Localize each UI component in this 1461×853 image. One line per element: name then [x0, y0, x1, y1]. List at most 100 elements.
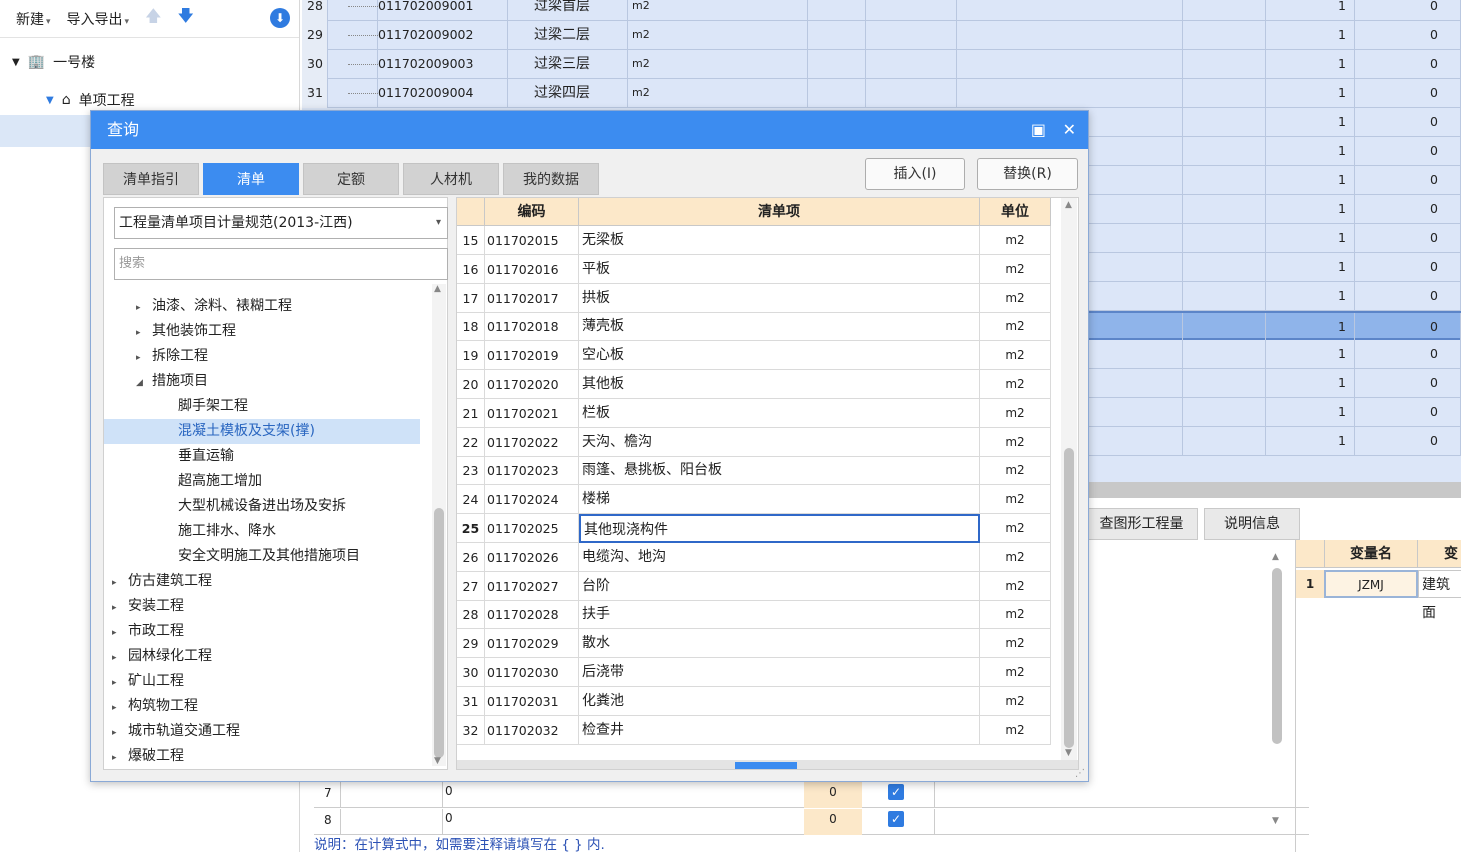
table-row[interactable]: 28 011702028 扶手 m2: [457, 600, 1051, 630]
formula-row[interactable]: 7 0 0 ✓: [314, 782, 1309, 808]
caret-right-icon[interactable]: ▸: [112, 746, 128, 771]
scroll-thumb[interactable]: [434, 508, 444, 758]
row-name[interactable]: 其他现浇构件: [579, 514, 980, 543]
caret-right-icon[interactable]: ▸: [112, 571, 128, 596]
move-up-icon[interactable]: 🡅: [145, 5, 161, 32]
table-row[interactable]: 17 011702017 拱板 m2: [457, 283, 1051, 313]
tab-guide[interactable]: 清单指引: [103, 163, 199, 195]
splitter-handle[interactable]: [735, 762, 797, 769]
caret-right-icon[interactable]: ▸: [136, 296, 152, 321]
tree-unit[interactable]: ▼ ⌂ 单项工程: [46, 90, 135, 110]
var-code-cell[interactable]: JZMJ: [1324, 570, 1418, 598]
bill-grid-row[interactable]: 30 011702009003 过梁三层 m2 1 0: [302, 50, 1461, 79]
row-name[interactable]: 检查井: [579, 715, 980, 745]
scroll-down-icon[interactable]: ▼: [1065, 748, 1072, 758]
tab-quota[interactable]: 定额: [303, 163, 399, 195]
table-row[interactable]: 30 011702030 后浇带 m2: [457, 658, 1051, 687]
table-row[interactable]: 18 011702018 薄壳板 m2: [457, 312, 1051, 342]
table-row[interactable]: 25 011702025 其他现浇构件 m2: [457, 514, 1051, 543]
row-name[interactable]: 化粪池: [579, 686, 980, 716]
tab-bill[interactable]: 清单: [203, 163, 299, 195]
tab-my-data[interactable]: 我的数据: [503, 163, 599, 195]
caret-right-icon[interactable]: ▸: [136, 321, 152, 346]
tree-item[interactable]: 大型机械设备进出场及安拆: [104, 494, 420, 519]
caret-right-icon[interactable]: ▸: [136, 346, 152, 371]
row-name[interactable]: 后浇带: [579, 658, 980, 687]
tree-item[interactable]: 超高施工增加: [104, 469, 420, 494]
table-row[interactable]: 24 011702024 楼梯 m2: [457, 485, 1051, 515]
row-name[interactable]: 其他板: [579, 370, 980, 399]
table-row[interactable]: 29 011702029 散水 m2: [457, 629, 1051, 659]
table-row[interactable]: 32 011702032 检查井 m2: [457, 715, 1051, 745]
row-name[interactable]: 薄壳板: [579, 312, 980, 342]
scroll-up-icon[interactable]: ▲: [1065, 200, 1072, 210]
table-row[interactable]: 20 011702020 其他板 m2: [457, 370, 1051, 399]
caret-right-icon[interactable]: ▸: [112, 646, 128, 671]
caret-down-icon[interactable]: ▼: [12, 57, 20, 68]
move-down-icon[interactable]: 🡇: [178, 5, 194, 32]
spec-select[interactable]: 工程量清单项目计量规范(2013-江西) ▾: [114, 207, 448, 239]
tab-materials[interactable]: 人材机: [403, 163, 499, 195]
tree-item[interactable]: ▸ 矿山工程: [104, 669, 420, 694]
tree-item[interactable]: 施工排水、降水: [104, 519, 420, 544]
insert-button[interactable]: 插入(I): [865, 158, 965, 190]
row-name[interactable]: 平板: [579, 254, 980, 284]
formula-cell[interactable]: 0: [442, 782, 453, 808]
tree-item[interactable]: 混凝土模板及支架(撑): [104, 419, 420, 444]
caret-right-icon[interactable]: ▸: [112, 721, 128, 746]
tree-item[interactable]: ◢ 措施项目: [104, 369, 420, 394]
checkbox-checked-icon[interactable]: ✓: [888, 811, 904, 827]
tree-building[interactable]: ▼ 🏢 一号楼: [12, 52, 95, 72]
replace-button[interactable]: 替换(R): [977, 158, 1078, 190]
scroll-down-icon[interactable]: ▼: [434, 756, 441, 766]
row-name[interactable]: 无梁板: [579, 226, 980, 255]
tree-item[interactable]: ▸ 构筑物工程: [104, 694, 420, 719]
caret-right-icon[interactable]: ▸: [112, 621, 128, 646]
bill-grid-row[interactable]: 29 011702009002 过梁二层 m2 1 0: [302, 21, 1461, 50]
tree-scrollbar[interactable]: ▲ ▼: [432, 284, 446, 766]
maximize-icon[interactable]: ▣: [1031, 111, 1046, 149]
table-row[interactable]: 27 011702027 台阶 m2: [457, 571, 1051, 601]
row-name[interactable]: 空心板: [579, 341, 980, 371]
list-scrollbar[interactable]: ▲ ▼: [1061, 198, 1077, 760]
tree-item[interactable]: ▸ 城市轨道交通工程: [104, 719, 420, 744]
dialog-titlebar[interactable]: 查询 ▣ ✕: [91, 111, 1088, 149]
tree-item[interactable]: ▸ 园林绿化工程: [104, 644, 420, 669]
table-row[interactable]: 31 011702031 化粪池 m2: [457, 686, 1051, 716]
new-menu[interactable]: 新建: [16, 9, 51, 29]
caret-down-icon[interactable]: ▼: [46, 95, 54, 106]
tree-item[interactable]: ▸ 拆除工程: [104, 344, 420, 369]
table-row[interactable]: 23 011702023 雨篷、悬挑板、阳台板 m2: [457, 456, 1051, 486]
row-name[interactable]: 楼梯: [579, 485, 980, 515]
table-row[interactable]: 19 011702019 空心板 m2: [457, 341, 1051, 371]
checkbox-checked-icon[interactable]: ✓: [888, 784, 904, 800]
row-name[interactable]: 栏板: [579, 398, 980, 428]
row-name[interactable]: 扶手: [579, 600, 980, 630]
close-icon[interactable]: ✕: [1063, 111, 1076, 149]
caret-right-icon[interactable]: ▸: [112, 671, 128, 696]
row-name[interactable]: 天沟、檐沟: [579, 427, 980, 457]
tree-item[interactable]: ▸ 仿古建筑工程: [104, 569, 420, 594]
resize-grip-icon[interactable]: ⋰: [1075, 768, 1085, 779]
import-export-menu[interactable]: 导入导出: [67, 9, 130, 29]
download-icon[interactable]: ⬇: [270, 8, 290, 28]
caret-right-icon[interactable]: ▸: [112, 696, 128, 721]
horizontal-splitter[interactable]: [457, 760, 1078, 769]
tree-item[interactable]: ▸ 安装工程: [104, 594, 420, 619]
tree-item[interactable]: 垂直运输: [104, 444, 420, 469]
table-row[interactable]: 15 011702015 无梁板 m2: [457, 226, 1051, 255]
search-input[interactable]: 搜索: [114, 248, 448, 280]
var-row[interactable]: 1 JZMJ 建筑面: [1296, 570, 1461, 621]
tree-item[interactable]: ▸ 其他装饰工程: [104, 319, 420, 344]
row-name[interactable]: 电缆沟、地沟: [579, 542, 980, 572]
chevron-down-icon[interactable]: ▾: [436, 208, 441, 238]
row-name[interactable]: 雨篷、悬挑板、阳台板: [579, 456, 980, 486]
row-name[interactable]: 拱板: [579, 283, 980, 313]
tree-item[interactable]: 脚手架工程: [104, 394, 420, 419]
tree-item[interactable]: ▸ 爆破工程: [104, 744, 420, 769]
tree-item[interactable]: 安全文明施工及其他措施项目: [104, 544, 420, 569]
row-name[interactable]: 台阶: [579, 571, 980, 601]
scroll-thumb[interactable]: [1064, 448, 1074, 748]
tree-item[interactable]: ▸ 油漆、涂料、裱糊工程: [104, 294, 420, 319]
row-name[interactable]: 散水: [579, 629, 980, 659]
